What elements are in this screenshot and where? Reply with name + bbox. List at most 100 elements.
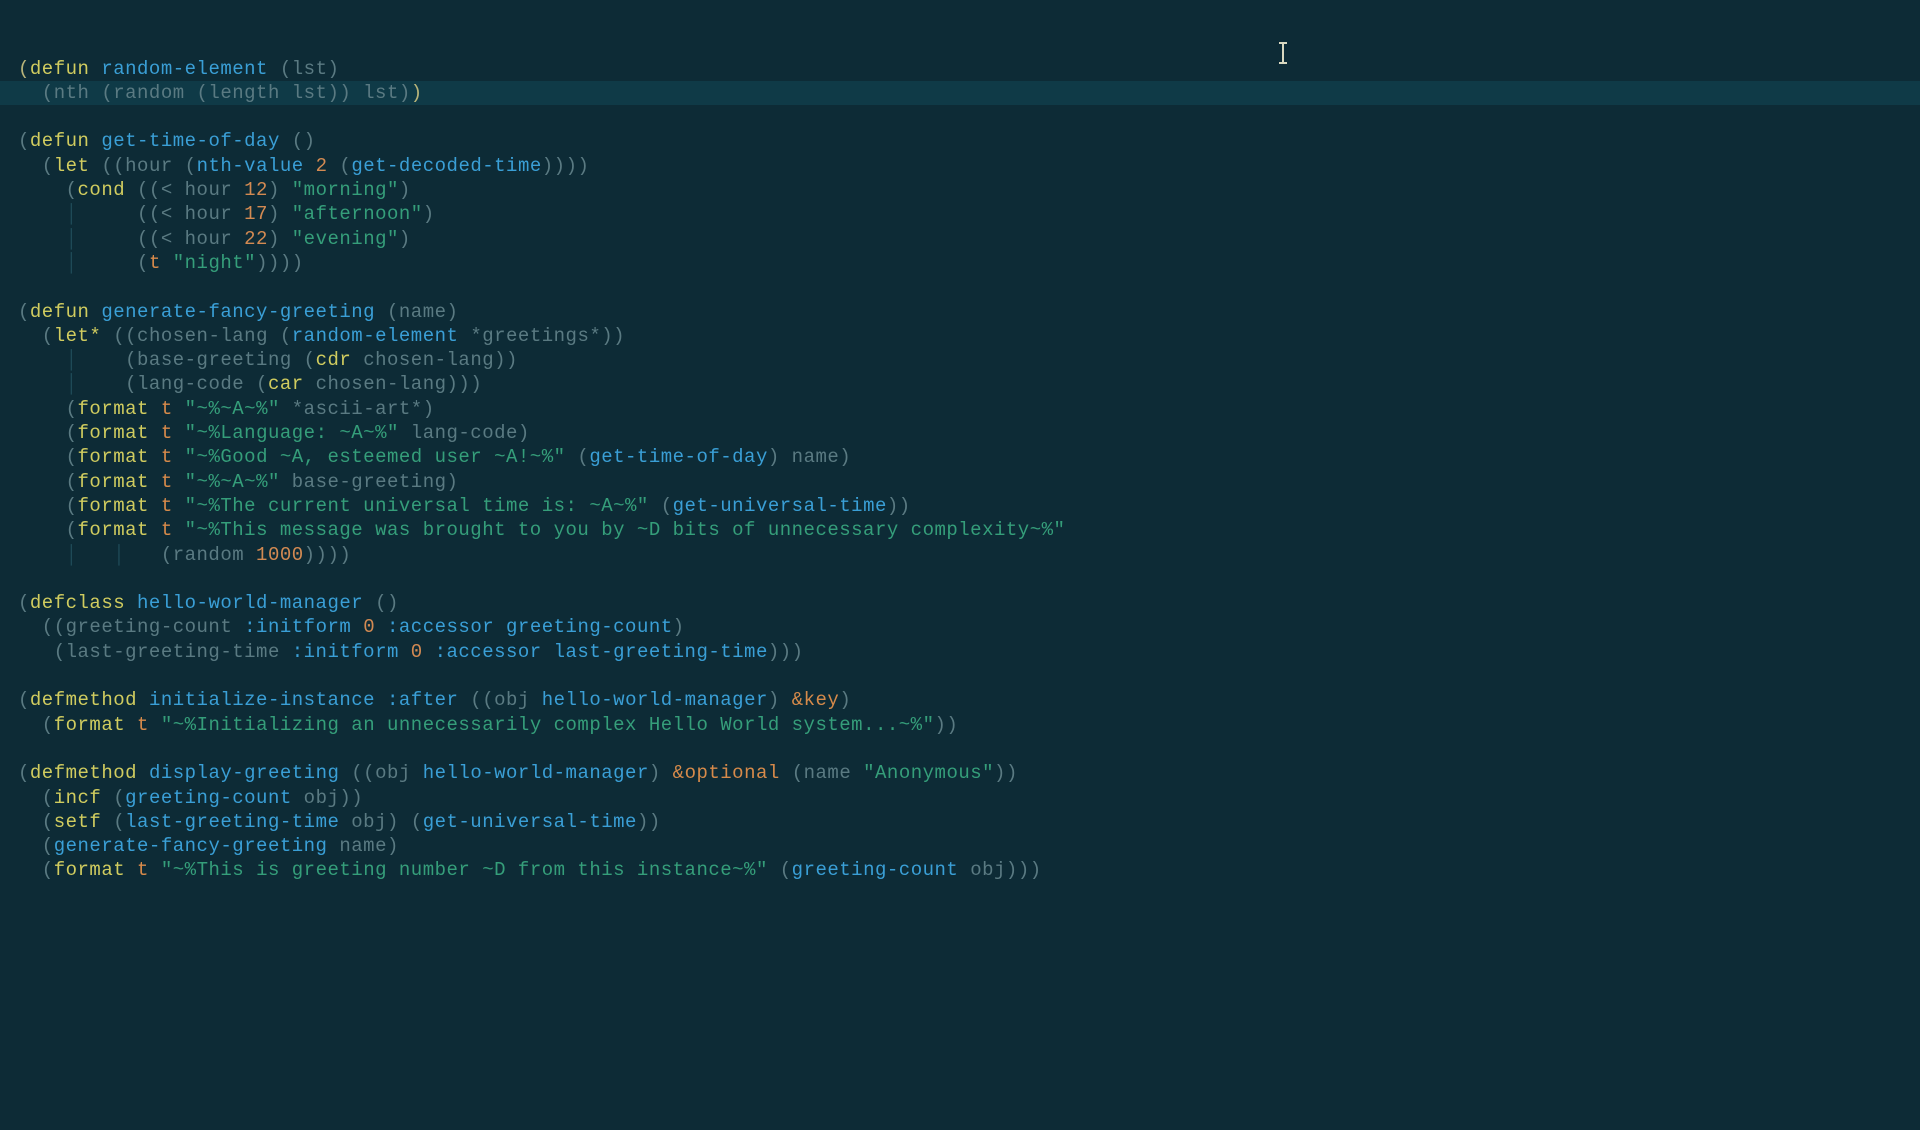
code-line[interactable]: (incf (greeting-count obj)) [18,786,1920,810]
code-line[interactable]: ((greeting-count :initform 0 :accessor g… [18,615,1920,639]
code-token: generate-fancy-greeting [54,835,328,857]
code-token: ( [768,859,792,881]
code-token: ( [566,446,590,468]
code-token: name [399,301,447,323]
code-token [137,689,149,711]
code-token: *ascii-art*) [280,398,435,420]
code-token: ( [18,422,78,444]
code-token [149,446,161,468]
code-token: ) [399,228,411,250]
code-token: obj)) [292,787,363,809]
code-token: :initform [292,641,399,663]
code-line[interactable]: │ ((< hour 22) "evening") [18,227,1920,251]
code-token: greeting-count [66,616,233,638]
code-token: ( [244,373,268,395]
code-token [89,58,101,80]
code-token: ( [328,155,352,177]
code-line[interactable]: (generate-fancy-greeting name) [18,834,1920,858]
code-token: defmethod [30,762,137,784]
code-token: ( [18,519,78,541]
code-token: last-greeting-time [125,811,339,833]
code-token [851,762,863,784]
code-line[interactable]: (format t "~%This message was brought to… [18,518,1920,542]
code-token [125,592,137,614]
code-token: ( [268,58,292,80]
code-token [149,495,161,517]
code-token [304,155,316,177]
code-token: setf [54,811,102,833]
code-line[interactable]: (defun get-time-of-day () [18,129,1920,153]
code-line[interactable]: (format t "~%Initializing an unnecessari… [18,713,1920,737]
code-token: hour [125,155,173,177]
code-line[interactable]: │ │ (random 1000)))) [18,543,1920,567]
code-line[interactable]: (format t "~%The current universal time … [18,494,1920,518]
code-token: "~%This message was brought to you by ~D… [185,519,1066,541]
code-token: get-universal-time [673,495,887,517]
code-token [399,641,411,663]
code-token: format [78,471,149,493]
code-line[interactable] [18,737,1920,761]
code-line[interactable]: (nth (random (length lst)) lst)) [0,81,1920,105]
code-token: │ [66,373,126,395]
code-line[interactable]: (defmethod display-greeting ((obj hello-… [18,761,1920,785]
code-line[interactable]: (format t "~%Good ~A, esteemed user ~A!~… [18,445,1920,469]
code-line[interactable]: (defun generate-fancy-greeting (name) [18,300,1920,324]
code-line[interactable]: (cond ((< hour 12) "morning") [18,178,1920,202]
code-line[interactable] [18,275,1920,299]
code-line[interactable]: (defclass hello-world-manager () [18,591,1920,615]
code-token: lang-code [137,373,244,395]
code-line[interactable]: (setf (last-greeting-time obj) (get-univ… [18,810,1920,834]
code-token: ( [268,325,292,347]
code-editor[interactable]: (defun random-element (lst) (nth (random… [0,0,1920,883]
code-line[interactable]: │ (t "night")))) [18,251,1920,275]
code-token: │ │ [66,544,161,566]
code-token: t [137,714,149,736]
code-token: 0 [363,616,375,638]
code-token: lst [292,58,328,80]
code-token: ( [780,762,804,784]
code-line[interactable]: (format t "~%~A~%" base-greeting) [18,470,1920,494]
code-token: get-decoded-time [351,155,541,177]
code-line[interactable] [18,567,1920,591]
code-line[interactable]: │ (lang-code (car chosen-lang))) [18,372,1920,396]
code-token: ( [18,762,30,784]
code-line[interactable] [18,105,1920,129]
code-line[interactable]: (let ((hour (nth-value 2 (get-decoded-ti… [18,154,1920,178]
code-token: ) [768,689,792,711]
code-token: ((< hour [137,203,244,225]
code-line[interactable]: │ ((< hour 17) "afternoon") [18,202,1920,226]
code-token: defmethod [30,689,137,711]
code-token [125,859,137,881]
code-token: hello-world-manager [137,592,363,614]
code-line[interactable]: (format t "~%~A~%" *ascii-art*) [18,397,1920,421]
code-line[interactable] [18,664,1920,688]
code-token: ) [268,203,292,225]
code-token: (( [458,689,494,711]
code-token: t [161,471,173,493]
code-token: ( [375,301,399,323]
code-line[interactable]: (format t "~%This is greeting number ~D … [18,858,1920,882]
code-token: greeting-count [125,787,292,809]
code-line[interactable]: │ (base-greeting (cdr chosen-lang)) [18,348,1920,372]
code-token: ( [18,592,30,614]
code-token: "afternoon" [292,203,423,225]
code-token [161,252,173,274]
code-token: ) [399,179,411,201]
code-token: (nth (random (length lst)) lst) [18,82,411,104]
code-token: ) [411,82,423,104]
code-line[interactable]: (defmethod initialize-instance :after ((… [18,688,1920,712]
code-line[interactable]: (let* ((chosen-lang (random-element *gre… [18,324,1920,348]
code-line[interactable]: (format t "~%Language: ~A~%" lang-code) [18,421,1920,445]
code-line[interactable]: (defun random-element (lst) [18,57,1920,81]
code-token: t [161,446,173,468]
code-token: "~%Language: ~A~%" [185,422,399,444]
code-token: ( [18,179,78,201]
code-token: (( [18,616,66,638]
code-token: () [363,592,399,614]
code-token [280,641,292,663]
code-token [125,714,137,736]
code-token: │ [66,252,137,274]
code-token: 0 [411,641,423,663]
code-line[interactable]: (last-greeting-time :initform 0 :accesso… [18,640,1920,664]
code-token: ( [18,471,78,493]
